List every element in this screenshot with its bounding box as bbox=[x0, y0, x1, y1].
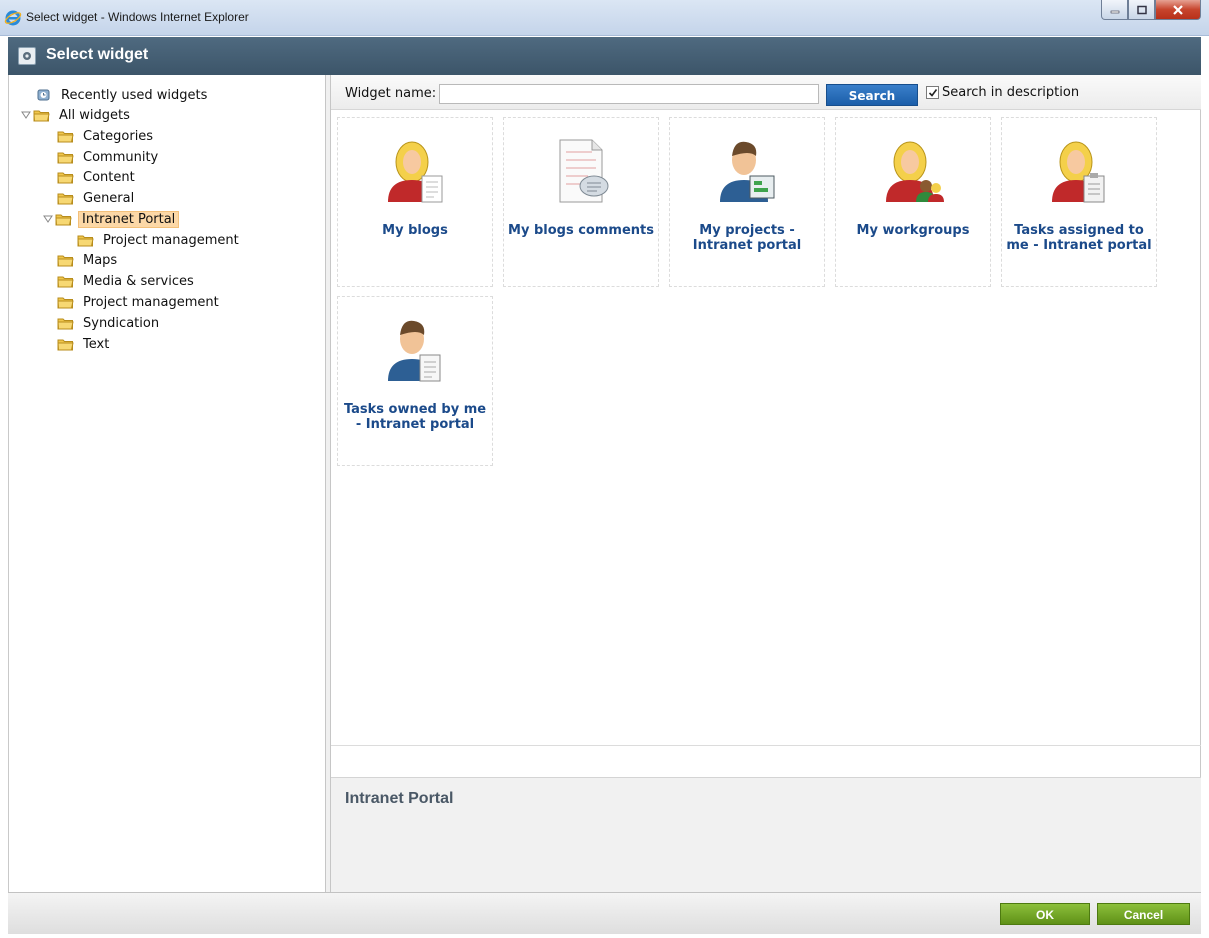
folder-icon bbox=[57, 152, 74, 164]
tree-item-text[interactable]: Text bbox=[57, 335, 112, 353]
tree-label: Syndication bbox=[83, 315, 160, 331]
woman-document-icon bbox=[388, 141, 443, 203]
tree-label: Text bbox=[83, 336, 110, 352]
tree-item-content[interactable]: Content bbox=[57, 168, 138, 186]
folder-icon bbox=[57, 172, 74, 184]
folder-icon bbox=[77, 235, 94, 247]
tree-label: Community bbox=[83, 149, 159, 165]
dialog-title: Select widget bbox=[46, 46, 149, 63]
tree-label: General bbox=[83, 190, 135, 206]
tree-item-maps[interactable]: Maps bbox=[57, 251, 120, 269]
search-description-checkbox[interactable] bbox=[926, 86, 939, 99]
window-controls bbox=[1101, 0, 1201, 20]
minimize-icon bbox=[1110, 10, 1119, 13]
folder-icon bbox=[57, 193, 74, 205]
tree-label: Project management bbox=[83, 294, 219, 310]
tree-label: Intranet Portal bbox=[78, 210, 180, 228]
description-separator bbox=[331, 745, 1201, 746]
search-button[interactable]: Search bbox=[826, 84, 918, 106]
expanded-arrow-icon[interactable] bbox=[21, 110, 31, 120]
widget-name: Tasks assigned to me - Intranet portal bbox=[1006, 223, 1152, 253]
ok-button[interactable]: OK bbox=[1000, 903, 1090, 925]
minimize-button[interactable] bbox=[1101, 0, 1128, 20]
search-description-label: Search in description bbox=[942, 85, 1080, 100]
category-title: Intranet Portal bbox=[345, 790, 454, 807]
recent-widgets-icon bbox=[37, 89, 50, 101]
folder-icon bbox=[57, 255, 74, 267]
cancel-button[interactable]: Cancel bbox=[1097, 903, 1190, 925]
tree-label: Categories bbox=[83, 128, 154, 144]
folder-icon bbox=[55, 214, 72, 226]
window-titlebar: Select widget - Windows Internet Explore… bbox=[0, 0, 1209, 36]
woman-tasks-icon bbox=[1052, 141, 1105, 203]
tree-item-project-management[interactable]: Project management bbox=[57, 293, 222, 311]
tree-item-categories[interactable]: Categories bbox=[57, 127, 156, 145]
close-icon bbox=[1173, 4, 1183, 15]
window-title: Select widget - Windows Internet Explore… bbox=[26, 10, 249, 24]
description-area: Intranet Portal bbox=[331, 777, 1201, 892]
widget-tile-my-blogs[interactable]: My blogs bbox=[337, 117, 493, 287]
widget-name: My workgroups bbox=[856, 223, 970, 238]
internet-explorer-icon bbox=[4, 10, 22, 26]
widget-tile-tasks-assigned[interactable]: Tasks assigned to me - Intranet portal bbox=[1001, 117, 1157, 287]
maximize-button[interactable] bbox=[1128, 0, 1155, 20]
widget-tile-my-workgroups[interactable]: My workgroups bbox=[835, 117, 991, 287]
folder-icon bbox=[57, 339, 74, 351]
folder-icon bbox=[57, 318, 74, 330]
tree-item-recently-used[interactable]: Recently used widgets bbox=[35, 86, 210, 104]
tree-label: All widgets bbox=[59, 107, 130, 123]
tree-item-syndication[interactable]: Syndication bbox=[57, 314, 162, 332]
widget-tile-my-projects[interactable]: My projects - Intranet portal bbox=[669, 117, 825, 287]
tree-item-general[interactable]: General bbox=[57, 189, 137, 207]
dialog-header: Select widget bbox=[8, 37, 1201, 75]
tree-label: Recently used widgets bbox=[61, 87, 208, 103]
tree-item-community[interactable]: Community bbox=[57, 148, 161, 166]
folder-icon bbox=[57, 276, 74, 288]
tree-label: Media & services bbox=[83, 273, 194, 289]
widget-name-input[interactable] bbox=[439, 84, 819, 104]
widget-tile-my-blogs-comments[interactable]: My blogs comments bbox=[503, 117, 659, 287]
tree-item-intranet-project-management[interactable]: Project management bbox=[77, 231, 242, 249]
widget-name: My blogs comments bbox=[508, 223, 654, 238]
checkmark-icon bbox=[928, 89, 938, 97]
tree-label: Content bbox=[83, 169, 135, 185]
dialog-footer: OK Cancel bbox=[8, 892, 1201, 934]
widget-name: My projects - Intranet portal bbox=[692, 223, 802, 253]
tree-label: Maps bbox=[83, 252, 118, 268]
widget-name: My blogs bbox=[382, 223, 448, 238]
widget-name-label: Widget name: bbox=[345, 86, 437, 101]
man-projects-icon bbox=[720, 141, 775, 202]
tree-item-all-widgets[interactable]: All widgets bbox=[21, 106, 133, 124]
widget-name: Tasks owned by me - Intranet portal bbox=[343, 402, 487, 432]
folder-icon bbox=[57, 131, 74, 143]
search-bar: Widget name: Search Search in descriptio… bbox=[331, 75, 1201, 110]
folder-icon bbox=[33, 110, 50, 122]
tree-item-intranet-portal[interactable]: Intranet Portal bbox=[43, 210, 180, 228]
maximize-icon bbox=[1136, 5, 1147, 14]
man-tasks-icon bbox=[388, 320, 441, 382]
expanded-arrow-icon[interactable] bbox=[43, 214, 53, 224]
close-window-button[interactable] bbox=[1155, 0, 1201, 20]
tree-label: Project management bbox=[103, 232, 239, 248]
blog-comments-icon bbox=[559, 139, 609, 203]
tree-item-media-services[interactable]: Media & services bbox=[57, 272, 197, 290]
widget-gear-icon bbox=[18, 47, 36, 65]
widget-browser: Widget name: Search Search in descriptio… bbox=[331, 75, 1201, 892]
woman-group-icon bbox=[886, 141, 944, 202]
category-tree: Recently used widgets All widgets Catego… bbox=[8, 75, 325, 892]
widget-tile-tasks-owned[interactable]: Tasks owned by me - Intranet portal bbox=[337, 296, 493, 466]
folder-icon bbox=[57, 297, 74, 309]
